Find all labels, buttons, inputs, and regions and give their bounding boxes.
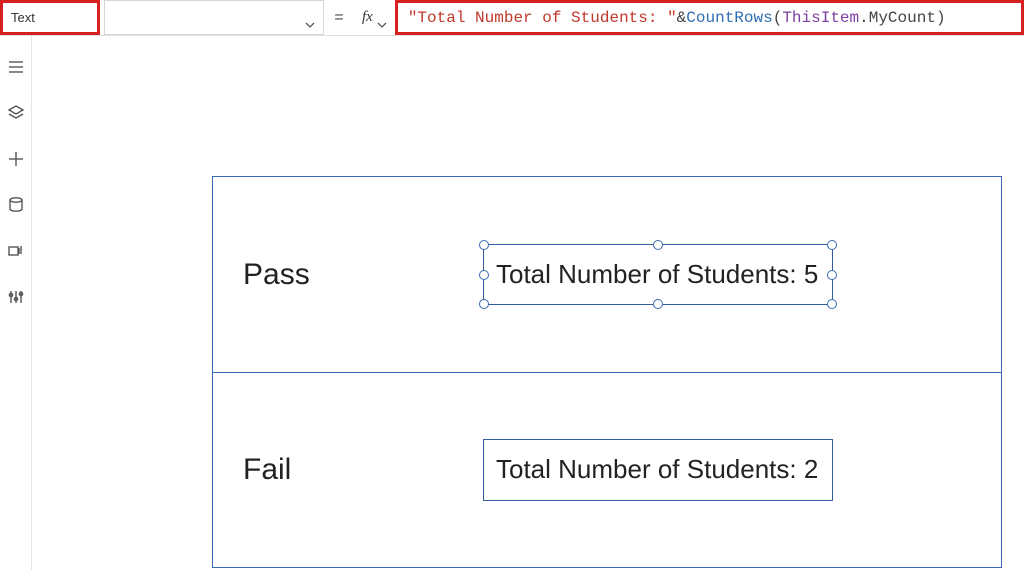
formula-token-open: ( (773, 9, 783, 27)
gallery-row[interactable]: Pass Total Number of Students: 5 (213, 177, 1001, 372)
canvas[interactable]: Pass Total Number of Students: 5 Fail To… (32, 36, 1024, 570)
status-label[interactable]: Pass (243, 258, 443, 292)
resize-handle-icon[interactable] (653, 299, 663, 309)
gallery-row[interactable]: Fail Total Number of Students: 2 (213, 372, 1001, 567)
resize-handle-icon[interactable] (827, 270, 837, 280)
property-label: Text (11, 10, 35, 25)
settings-icon[interactable] (7, 288, 25, 306)
formula-bar-row: Text = fx "Total Number of Students: " &… (0, 0, 1024, 36)
count-label[interactable]: Total Number of Students: 2 (483, 439, 833, 500)
formula-token-string: "Total Number of Students: " (408, 9, 677, 27)
resize-handle-icon[interactable] (479, 270, 489, 280)
resize-handle-icon[interactable] (479, 240, 489, 250)
property-selector[interactable]: Text (0, 0, 100, 35)
left-rail (0, 36, 32, 570)
count-text: Total Number of Students: 5 (496, 259, 818, 289)
equals-label: = (324, 0, 354, 35)
formula-token-close: ) (936, 9, 946, 27)
property-dropdown[interactable] (104, 0, 324, 35)
resize-handle-icon[interactable] (827, 240, 837, 250)
status-label[interactable]: Fail (243, 453, 443, 487)
gallery-control[interactable]: Pass Total Number of Students: 5 Fail To… (212, 176, 1002, 568)
resize-handle-icon[interactable] (827, 299, 837, 309)
chevron-down-icon (305, 15, 315, 21)
formula-token-func: CountRows (686, 9, 772, 27)
resize-handle-icon[interactable] (479, 299, 489, 309)
layers-icon[interactable] (7, 104, 25, 122)
chevron-down-icon (377, 15, 387, 21)
resize-handle-icon[interactable] (653, 240, 663, 250)
count-text: Total Number of Students: 2 (496, 454, 818, 484)
insert-icon[interactable] (7, 150, 25, 168)
formula-token-obj: ThisItem (782, 9, 859, 27)
fx-label: fx (362, 9, 373, 26)
count-label-selected[interactable]: Total Number of Students: 5 (483, 244, 833, 305)
media-icon[interactable] (7, 242, 25, 260)
fx-button[interactable]: fx (354, 0, 395, 35)
formula-token-concat: & (677, 9, 687, 27)
tree-view-icon[interactable] (7, 58, 25, 76)
formula-token-member: .MyCount (859, 9, 936, 27)
data-icon[interactable] (7, 196, 25, 214)
formula-input[interactable]: "Total Number of Students: " & CountRows… (395, 0, 1024, 35)
